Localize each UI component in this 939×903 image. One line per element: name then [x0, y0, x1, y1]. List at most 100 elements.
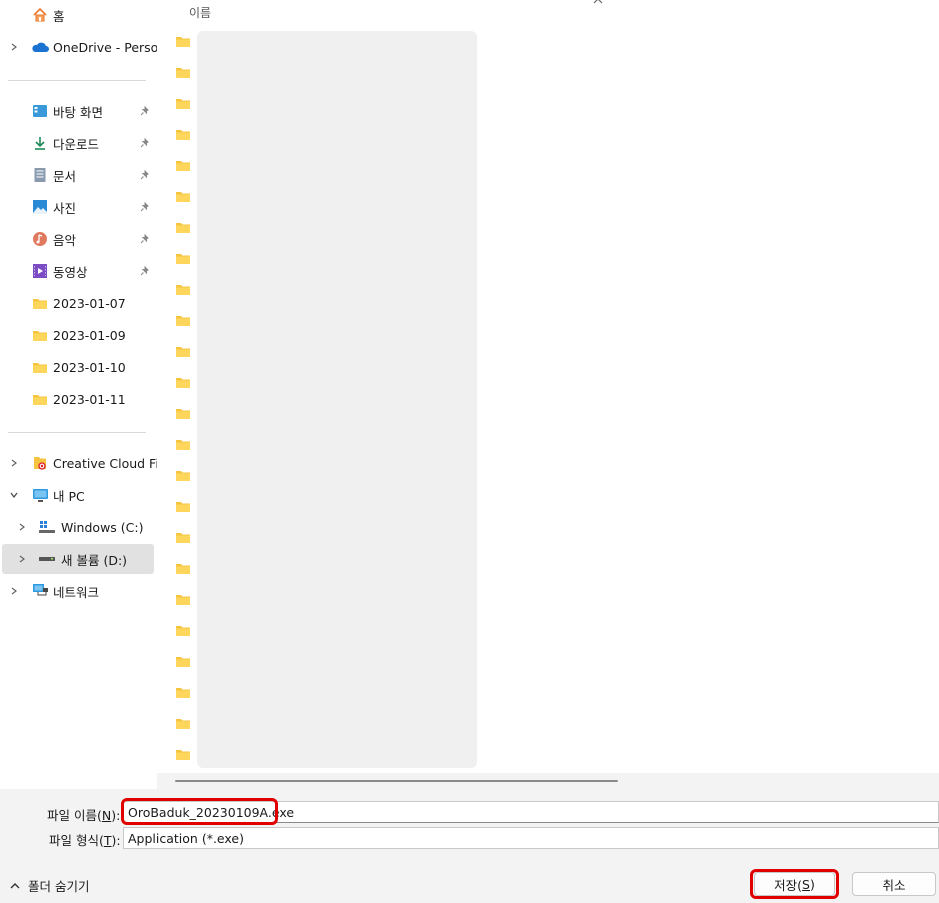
filetype-value: Application (*.exe): [128, 830, 244, 846]
sidebar-item-label: 문서: [53, 168, 77, 184]
sidebar-item-folder[interactable]: 2023-01-07: [0, 288, 155, 318]
hide-folders-label: 폴더 숨기기: [28, 879, 90, 894]
pin-icon: [139, 137, 151, 149]
sidebar-item-this-pc[interactable]: 내 PC: [0, 480, 155, 510]
sidebar-divider: [8, 432, 146, 433]
sidebar-item-home[interactable]: 홈: [0, 0, 155, 30]
pictures-icon: [31, 198, 49, 216]
sidebar-item-label: 동영상: [53, 264, 88, 280]
sidebar-item-network[interactable]: 네트워크: [0, 576, 155, 606]
folder-icon[interactable]: [175, 500, 195, 516]
this-pc-icon: [31, 486, 49, 504]
folder-icon: [31, 326, 49, 344]
sidebar-item-drive-d[interactable]: 새 볼륨 (D:): [2, 544, 154, 574]
folder-icon: [31, 358, 49, 376]
folder-icon[interactable]: [175, 438, 195, 454]
folder-icon[interactable]: [175, 469, 195, 485]
folder-icon[interactable]: [175, 624, 195, 640]
sidebar-item-label: 사진: [53, 200, 77, 216]
chevron-right-icon[interactable]: [16, 521, 28, 533]
sidebar-item-label: 음악: [53, 232, 77, 248]
folder-icon[interactable]: [175, 407, 195, 423]
folder-icon[interactable]: [175, 531, 195, 547]
folder-icon[interactable]: [175, 221, 195, 237]
sidebar-item-label: 2023-01-10: [53, 359, 126, 375]
sidebar-item-folder[interactable]: 2023-01-10: [0, 352, 155, 382]
sidebar-item-label: 2023-01-11: [53, 391, 126, 407]
filename-label: 파일 이름(N):: [47, 808, 121, 823]
sidebar-item-label: 홈: [53, 8, 65, 24]
sidebar-item-pictures[interactable]: 사진: [0, 192, 155, 222]
sidebar-item-downloads[interactable]: 다운로드: [0, 128, 155, 158]
chevron-down-icon[interactable]: [8, 489, 20, 501]
cancel-button[interactable]: 취소: [852, 872, 936, 896]
horizontal-scrollbar[interactable]: [157, 773, 939, 789]
folder-icon: [31, 294, 49, 312]
sidebar-item-folder[interactable]: 2023-01-11: [0, 384, 155, 414]
chevron-right-icon[interactable]: [8, 41, 20, 53]
folder-icon[interactable]: [175, 686, 195, 702]
chevron-right-icon[interactable]: [8, 585, 20, 597]
save-button-highlight: [750, 869, 839, 899]
folder-icon: [31, 390, 49, 408]
filetype-select[interactable]: Application (*.exe): [123, 827, 939, 849]
chevron-right-icon[interactable]: [8, 457, 20, 469]
onedrive-cloud-icon: [31, 38, 49, 56]
sidebar-item-label: 네트워크: [53, 584, 100, 600]
network-icon: [31, 582, 49, 600]
sidebar-item-label: Windows (C:): [61, 519, 144, 535]
folder-icon[interactable]: [175, 562, 195, 578]
document-icon: [31, 166, 49, 184]
filename-highlight: [121, 798, 278, 825]
folder-icon[interactable]: [175, 66, 195, 82]
folder-icon[interactable]: [175, 35, 195, 51]
sidebar-item-label: 새 볼륨 (D:): [61, 552, 128, 568]
sidebar-item-folder[interactable]: 2023-01-09: [0, 320, 155, 350]
folder-icon[interactable]: [175, 655, 195, 671]
home-icon: [31, 6, 49, 24]
video-icon: [31, 262, 49, 280]
sidebar-item-music[interactable]: 음악: [0, 224, 155, 254]
folder-icon[interactable]: [175, 283, 195, 299]
sidebar-item-label: Creative Cloud File: [53, 455, 157, 471]
scrollbar-thumb[interactable]: [175, 780, 618, 782]
folder-icon[interactable]: [175, 159, 195, 175]
folder-icon[interactable]: [175, 128, 195, 144]
music-icon: [31, 230, 49, 248]
folder-icon[interactable]: [175, 717, 195, 733]
blurred-file-names: [197, 31, 477, 768]
sidebar-item-videos[interactable]: 동영상: [0, 256, 155, 286]
sidebar-item-label: 내 PC: [53, 488, 85, 504]
pin-icon: [139, 265, 151, 277]
sidebar-item-label: 2023-01-09: [53, 327, 126, 343]
chevron-up-icon: [10, 878, 20, 893]
file-list: 이름: [157, 0, 939, 789]
navigation-pane: 홈 OneDrive - Persona 바탕 화면 다운로드: [0, 0, 157, 789]
sidebar-item-drive-c[interactable]: Windows (C:): [0, 512, 155, 542]
folder-icon[interactable]: [175, 252, 195, 268]
hide-folders-toggle[interactable]: 폴더 숨기기: [10, 876, 89, 895]
sidebar-item-label: 다운로드: [53, 136, 100, 152]
desktop-icon: [31, 102, 49, 120]
sidebar-item-documents[interactable]: 문서: [0, 160, 155, 190]
pin-icon: [139, 169, 151, 181]
save-options-panel: 파일 이름(N): OroBaduk_20230109A.exe 파일 형식(T…: [0, 789, 939, 903]
sidebar-item-desktop[interactable]: 바탕 화면: [0, 96, 155, 126]
save-as-dialog: 홈 OneDrive - Persona 바탕 화면 다운로드: [0, 0, 939, 903]
download-icon: [31, 134, 49, 152]
folder-icon[interactable]: [175, 748, 195, 764]
chevron-right-icon[interactable]: [16, 553, 28, 565]
folder-icon[interactable]: [175, 190, 195, 206]
folder-icon[interactable]: [175, 97, 195, 113]
sort-ascending-icon: [593, 0, 603, 8]
windows-drive-icon: [38, 518, 56, 536]
sidebar-item-onedrive[interactable]: OneDrive - Persona: [0, 32, 157, 62]
sidebar-item-creative-cloud[interactable]: Creative Cloud File: [0, 448, 157, 478]
sidebar-divider: [8, 80, 146, 81]
folder-icon[interactable]: [175, 376, 195, 392]
filetype-label: 파일 형식(T):: [49, 833, 121, 848]
folder-icon[interactable]: [175, 345, 195, 361]
column-header-name[interactable]: 이름: [189, 4, 211, 21]
folder-icon[interactable]: [175, 593, 195, 609]
folder-icon[interactable]: [175, 314, 195, 330]
